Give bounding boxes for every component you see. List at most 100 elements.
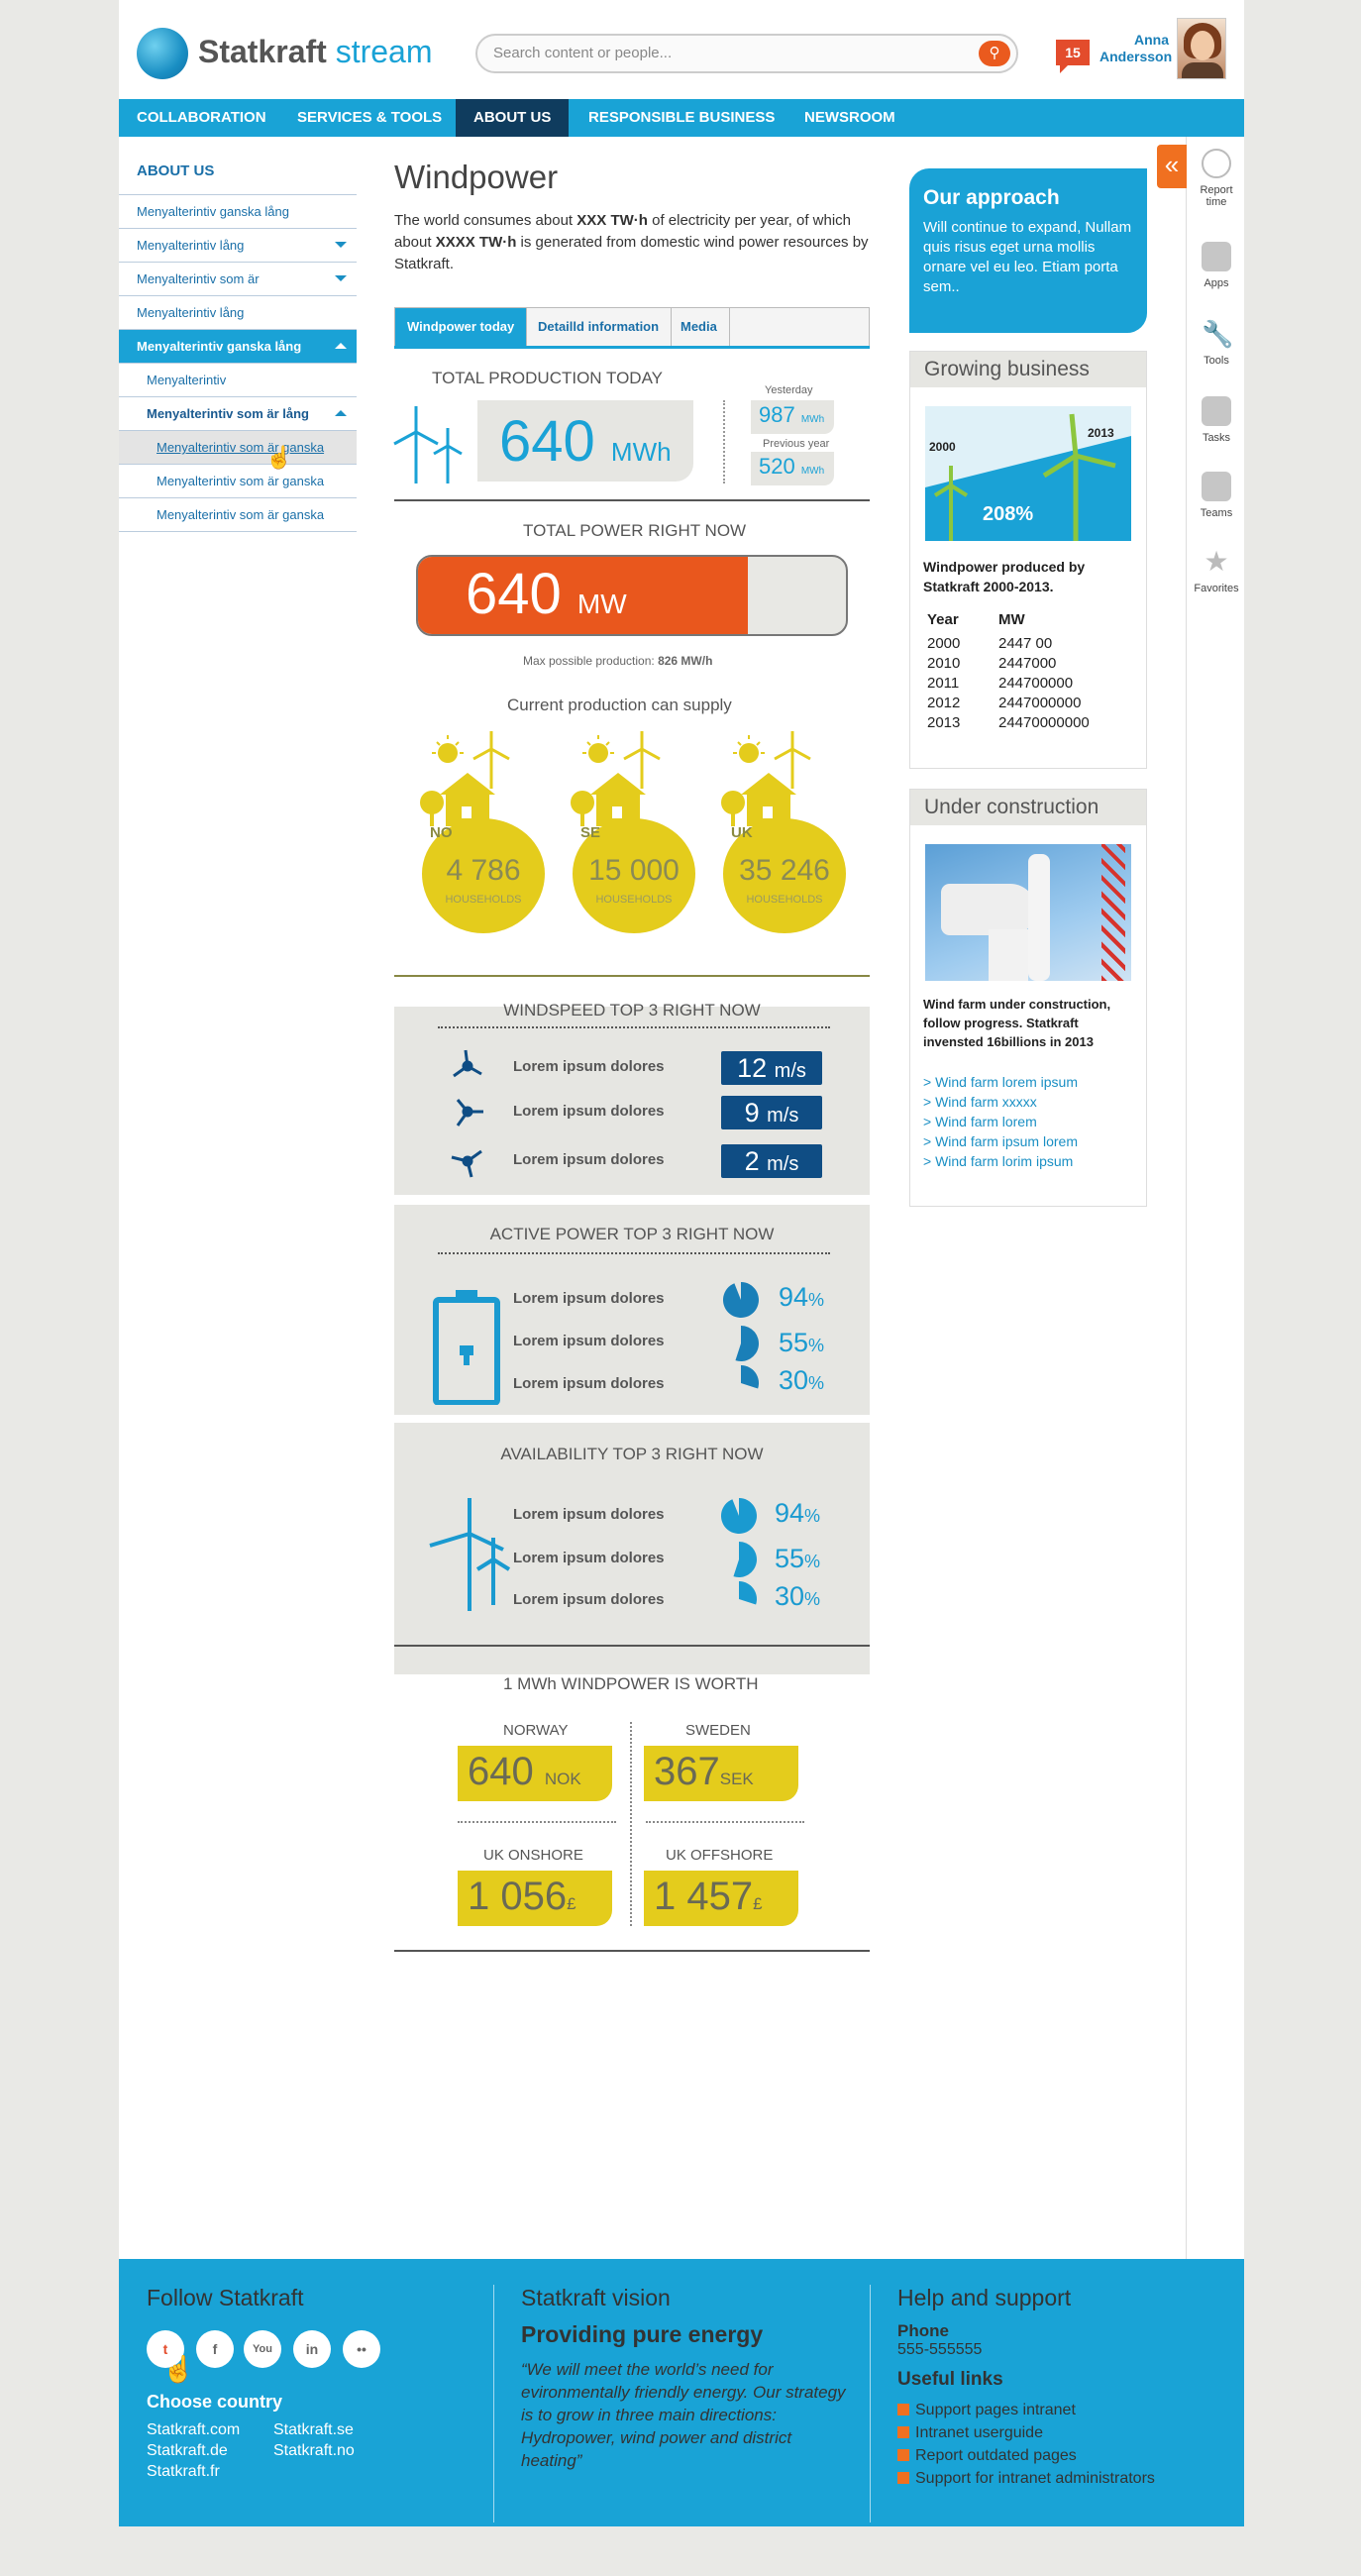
wind-farm-link[interactable]: > Wind farm lorem [923, 1114, 1037, 1129]
worth-label-uk-onshore: UK ONSHORE [483, 1847, 583, 1864]
supply-label: Current production can supply [507, 696, 732, 714]
phone-number[interactable]: 555-555555 [897, 2341, 1224, 2359]
search-input[interactable]: Search content or people... [475, 34, 1018, 73]
footer-follow: Follow Statkraft [147, 2285, 304, 2321]
dotted-divider [723, 400, 725, 483]
supply-uk: UK 35 246 HOUSEHOLDS [713, 729, 846, 957]
notification-badge[interactable]: 15 [1056, 40, 1090, 73]
sidebar-item[interactable]: Menyalterintiv som är [119, 263, 357, 296]
availability-value: 94% [775, 1498, 821, 1528]
sidebar-item-active[interactable]: Menyalterintiv ganska lång [119, 330, 357, 364]
search-button[interactable]: ⚲ [979, 41, 1010, 66]
nav-collaboration[interactable]: COLLABORATION [119, 99, 284, 137]
useful-link[interactable]: Support pages intranet [897, 2399, 1224, 2421]
flickr-icon[interactable]: •• [343, 2330, 380, 2368]
wind-farm-link[interactable]: > Wind farm lorim ipsum [923, 1153, 1073, 1169]
worth-value: 1 056£ [468, 1875, 576, 1918]
useful-link[interactable]: Report outdated pages [897, 2444, 1224, 2467]
chevron-up-icon[interactable] [335, 337, 347, 349]
tool-tools[interactable]: 🔧 Tools [1189, 319, 1244, 367]
arrow-bullet-icon [897, 2472, 909, 2484]
construction-photo[interactable] [925, 844, 1131, 981]
chevron-down-icon[interactable] [335, 275, 347, 287]
vision-subtitle: Providing pure energy [521, 2321, 764, 2347]
nav-responsible-business[interactable]: RESPONSIBLE BUSINESS [571, 99, 792, 137]
tab-detailed-info[interactable]: Detailld information [526, 308, 673, 346]
households-label: HOUSEHOLDS [595, 894, 673, 906]
facebook-icon[interactable]: f [196, 2330, 234, 2368]
wind-farm-link[interactable]: > Wind farm ipsum lorem [923, 1133, 1078, 1149]
table-row: 2012 2447000000 [927, 695, 1082, 711]
tool-apps[interactable]: Apps [1189, 242, 1244, 289]
worth-label-uk-offshore: UK OFFSHORE [666, 1847, 774, 1864]
apps-icon [1202, 242, 1231, 271]
growing-title: Growing business [910, 352, 1146, 387]
active-power-value: 30% [779, 1365, 825, 1395]
active-power-value: 94% [779, 1282, 825, 1312]
growth-year-end: 2013 [1088, 426, 1114, 440]
help-title: Help and support [897, 2285, 1072, 2310]
country-link[interactable]: Statkraft.no [273, 2440, 355, 2461]
battery-icon [433, 1290, 500, 1405]
footer-help: Help and support Phone 555-555555 Useful… [897, 2285, 1224, 2490]
dotted-divider [646, 1821, 804, 1823]
active-power-pies [722, 1282, 760, 1389]
statkraft-logo-icon[interactable] [137, 28, 188, 79]
tab-media[interactable]: Media [669, 308, 730, 346]
availability-row-label: Lorem ipsum dolores [513, 1550, 665, 1566]
sidebar-subsubitem[interactable]: Menyalterintiv som är ganska [119, 465, 357, 498]
useful-link[interactable]: Intranet userguide [897, 2421, 1224, 2444]
sidebar-subsubitem-hover[interactable]: Menyalterintiv som är ganska [119, 431, 357, 465]
yesterday-label: Yesterday [765, 384, 813, 396]
tool-tasks[interactable]: Tasks [1189, 396, 1244, 444]
nav-services-tools[interactable]: SERVICES & TOOLS [279, 99, 460, 137]
country-link[interactable]: Statkraft.se [273, 2419, 354, 2440]
user-name[interactable]: Anna Andersson [1099, 32, 1172, 65]
linkedin-icon[interactable]: in [293, 2330, 331, 2368]
windspeed-row-label: Lorem ipsum dolores [513, 1058, 665, 1075]
country-link[interactable]: Statkraft.com [147, 2419, 273, 2440]
footer-vision: Statkraft vision Providing pure energy “… [521, 2285, 848, 2472]
chevron-up-icon[interactable] [335, 404, 347, 416]
tool-teams[interactable]: Teams [1189, 472, 1244, 519]
sidebar-item[interactable]: Menyalterintiv ganska lång [119, 195, 357, 229]
dotted-divider [438, 1252, 830, 1254]
country-link[interactable]: Statkraft.fr [147, 2461, 355, 2482]
households-label: HOUSEHOLDS [746, 894, 823, 906]
useful-link[interactable]: Support for intranet administrators [897, 2467, 1224, 2490]
wind-farm-link[interactable]: > Wind farm lorem ipsum [923, 1074, 1078, 1090]
sidebar-subitem[interactable]: Menyalterintiv [119, 364, 357, 397]
pie-slice [722, 1282, 759, 1318]
collapse-panel-button[interactable]: « [1157, 145, 1187, 188]
wrench-icon: 🔧 [1202, 319, 1234, 349]
avatar[interactable] [1177, 18, 1226, 79]
tool-favorites[interactable]: ★ Favorites [1189, 547, 1244, 595]
useful-links-label: Useful links [897, 2369, 1003, 2390]
availability-title: AVAILABILITY TOP 3 RIGHT NOW [500, 1445, 764, 1463]
sidebar-item[interactable]: Menyalterintiv lång [119, 296, 357, 330]
our-approach-card[interactable]: Our approach Will continue to expand, Nu… [909, 168, 1147, 333]
brand-logo-text[interactable]: Statkraft stream [198, 34, 433, 70]
households-value: 15 000 [588, 854, 680, 887]
tab-windpower-today[interactable]: Windpower today [395, 308, 528, 346]
wind-farm-link[interactable]: > Wind farm xxxxx [923, 1094, 1037, 1110]
sidebar-subitem-open[interactable]: Menyalterintiv som är lång [119, 397, 357, 431]
nav-newsroom[interactable]: NEWSROOM [786, 99, 913, 137]
page-title: Windpower [394, 159, 559, 195]
hand-cursor-icon: ☝ [162, 2354, 195, 2384]
active-power-value: 55% [779, 1328, 825, 1357]
youtube-icon[interactable]: You [244, 2330, 281, 2368]
worth-value: 640 NOK [468, 1750, 581, 1793]
tab-bar: Windpower today Detailld information Med… [394, 307, 870, 347]
availability-row-label: Lorem ipsum dolores [513, 1506, 665, 1523]
sidebar-item[interactable]: Menyalterintiv lång [119, 229, 357, 263]
nav-about-us[interactable]: ABOUT US [456, 99, 570, 137]
worth-value: 1 457£ [654, 1875, 763, 1918]
sidebar-subsubitem[interactable]: Menyalterintiv som är ganska [119, 498, 357, 532]
chevron-down-icon[interactable] [335, 242, 347, 254]
tool-report-time[interactable]: Report time [1189, 149, 1244, 208]
country-link[interactable]: Statkraft.de [147, 2440, 273, 2461]
section-divider [394, 1950, 870, 1952]
yesterday-value: 987 MWh [759, 402, 825, 427]
wind-turbines-icon [429, 1498, 511, 1611]
